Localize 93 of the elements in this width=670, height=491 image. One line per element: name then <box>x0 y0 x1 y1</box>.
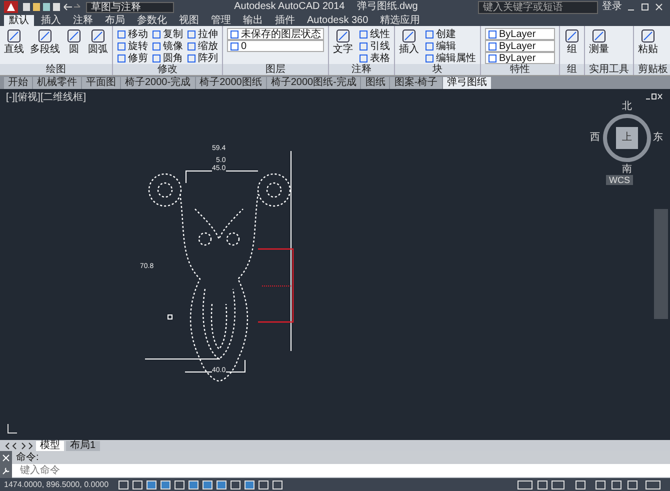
window-title: Autodesk AutoCAD 2014 <box>234 1 345 13</box>
ribbon-button[interactable]: 旋转 <box>117 40 148 52</box>
ribbon-button[interactable]: 圆弧 <box>88 28 108 55</box>
ribbon-button[interactable]: 镜像 <box>152 40 183 52</box>
file-tab[interactable]: 椅子2000图纸 <box>196 77 266 89</box>
ribbon-tab[interactable]: 参数化 <box>132 15 172 26</box>
tool-icon <box>401 28 417 44</box>
viewcube-ring-icon <box>602 113 652 163</box>
panel-title[interactable]: 剪贴板 <box>634 64 670 75</box>
property-dropdown[interactable]: 未保存的图层状态 <box>227 28 324 40</box>
ribbon-button[interactable]: 引线 <box>359 40 390 52</box>
ribbon-button[interactable]: 创建 <box>425 28 476 40</box>
tool-icon <box>66 28 82 44</box>
ribbon-tab[interactable]: 精选应用 <box>375 15 426 26</box>
file-tab[interactable]: 开始 <box>4 77 32 89</box>
compass-label: 北 <box>622 101 632 112</box>
app-menu-button[interactable] <box>4 1 18 13</box>
tool-icon <box>6 28 22 44</box>
ribbon-button[interactable]: 直线 <box>4 28 24 55</box>
file-name: 弹弓图纸.dwg <box>356 1 418 13</box>
ribbon-button[interactable]: 圆 <box>66 28 82 55</box>
property-dropdown[interactable]: ByLayer <box>485 28 555 40</box>
ribbon-button[interactable]: 移动 <box>117 28 148 40</box>
tab-scroll-arrows-icon <box>4 442 34 450</box>
ribbon-tab[interactable]: 默认 <box>4 15 34 26</box>
viewcube-face[interactable]: 上 <box>616 127 638 149</box>
ribbon-tab[interactable]: 输出 <box>238 15 268 26</box>
ribbon-tab[interactable]: 视图 <box>174 15 204 26</box>
panel-title[interactable]: 组 <box>560 64 584 75</box>
file-tab[interactable]: 平面图 <box>82 77 120 89</box>
panel-title[interactable]: 块 <box>395 64 480 75</box>
ribbon-button[interactable]: 修剪 <box>117 52 148 64</box>
wcs-dropdown[interactable]: WCS <box>606 175 633 185</box>
ribbon-tab[interactable]: 插件 <box>270 15 300 26</box>
panel-title[interactable]: 绘图 <box>0 64 112 75</box>
grip-marker <box>168 314 172 320</box>
compass-label: 东 <box>653 132 663 143</box>
ribbon-button[interactable]: 线性 <box>359 28 390 40</box>
file-tab[interactable]: 机械零件 <box>33 77 81 89</box>
command-input[interactable]: 键入命令 <box>12 464 670 477</box>
ribbon-tab[interactable]: 管理 <box>206 15 236 26</box>
panel-title[interactable]: 注释 <box>329 64 394 75</box>
ribbon-button[interactable]: 编辑 <box>425 40 476 52</box>
ribbon-button[interactable]: 测量 <box>589 28 609 55</box>
ribbon-button[interactable]: 圆角 <box>152 52 183 64</box>
file-tab[interactable]: 椅子2000图纸-完成 <box>266 77 360 89</box>
file-tab[interactable]: 椅子2000-完成 <box>121 77 195 89</box>
file-tab[interactable]: 图纸 <box>361 77 390 89</box>
ucs-icon <box>6 423 18 435</box>
file-tab[interactable]: 图案-椅子 <box>390 77 442 89</box>
sign-in-link[interactable]: 登录 <box>602 1 622 13</box>
ribbon-tab[interactable]: Autodesk 360 <box>302 15 374 26</box>
panel-title[interactable]: 实用工具 <box>585 64 633 75</box>
ribbon-button[interactable]: 组 <box>564 28 580 55</box>
tool-icon <box>640 28 656 44</box>
ribbon-button[interactable]: 阵列 <box>187 52 218 64</box>
layout-tab[interactable]: 模型 <box>36 440 64 450</box>
ribbon-button[interactable]: 表格 <box>359 52 390 64</box>
viewport-label[interactable]: [-][俯视][二维线框] <box>6 92 86 103</box>
ribbon-button[interactable]: 多段线 <box>30 28 60 55</box>
tool-icon <box>591 28 607 44</box>
property-dropdown[interactable]: 0 <box>227 40 324 52</box>
ribbon-button[interactable]: 文字 <box>333 28 353 55</box>
wrench-icon <box>2 467 10 476</box>
coordinates-readout: 1474.0000, 896.5000, 0.0000 <box>4 478 109 490</box>
compass-label: 南 <box>622 164 632 175</box>
layout-tab[interactable]: 布局1 <box>66 440 100 450</box>
viewport-controls-icon <box>644 93 664 101</box>
ribbon-tab[interactable]: 注释 <box>68 15 98 26</box>
panel-title[interactable]: 修改 <box>113 64 222 75</box>
close-icon <box>2 454 10 462</box>
file-tab[interactable]: 弹弓图纸 <box>442 77 491 89</box>
ribbon-button[interactable]: 粘贴 <box>638 28 658 55</box>
panel-title[interactable]: 特性 <box>481 64 559 75</box>
ribbon-button[interactable]: 编辑属性 <box>425 52 476 64</box>
command-history: 命令: <box>15 451 40 464</box>
ribbon-button[interactable]: 插入 <box>399 28 419 55</box>
property-dropdown[interactable]: ByLayer <box>485 52 555 64</box>
tool-icon <box>564 28 580 44</box>
tool-icon <box>90 28 106 44</box>
quick-access-toolbar-icon <box>22 2 82 12</box>
ribbon-button[interactable]: 复制 <box>152 28 183 40</box>
tool-icon <box>37 28 53 44</box>
panel-title[interactable]: 图层 <box>223 64 328 75</box>
logo-icon <box>6 2 16 12</box>
ribbon-tab[interactable]: 布局 <box>100 15 130 26</box>
property-dropdown[interactable]: ByLayer <box>485 40 555 52</box>
workspace-dropdown[interactable]: 草图与注释 <box>86 2 174 12</box>
compass-label: 西 <box>590 132 600 143</box>
tool-icon <box>335 28 351 44</box>
ribbon-tab[interactable]: 插入 <box>36 15 66 26</box>
ribbon-button[interactable]: 拉伸 <box>187 28 218 40</box>
ribbon-button[interactable]: 缩放 <box>187 40 218 52</box>
